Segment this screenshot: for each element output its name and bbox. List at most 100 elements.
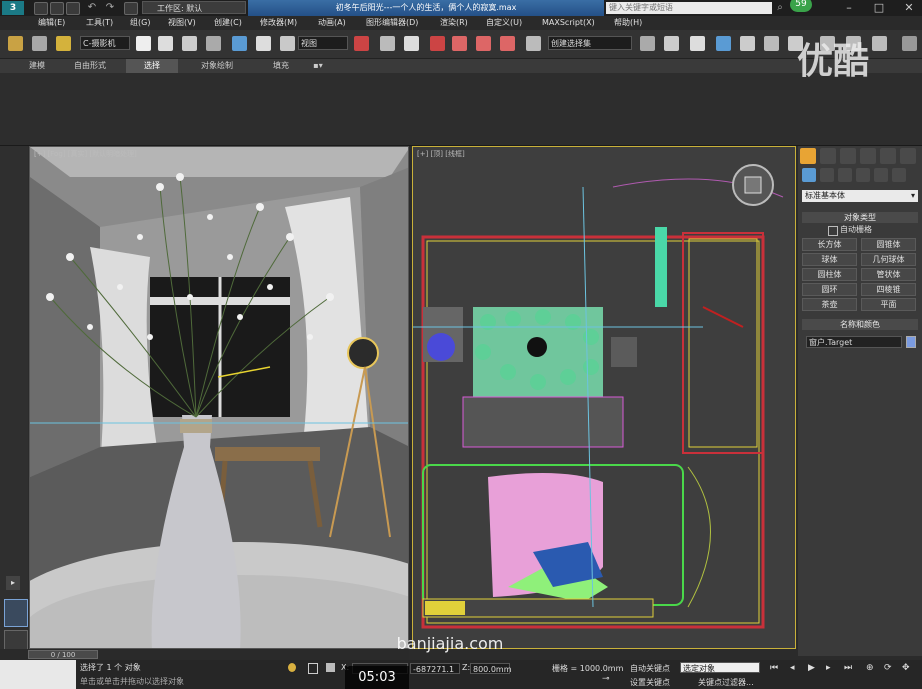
zoom-icon[interactable]: ⊕ bbox=[866, 663, 874, 673]
autogrid-checkbox[interactable] bbox=[828, 226, 838, 236]
link-icon[interactable] bbox=[8, 36, 23, 51]
cameras-icon[interactable] bbox=[856, 168, 870, 182]
object-name-field[interactable]: 窗户.Target bbox=[806, 336, 902, 348]
teapot-button[interactable]: 茶壶 bbox=[802, 298, 857, 311]
set-key-icon[interactable]: ⊸ bbox=[602, 674, 620, 684]
name-color-header[interactable]: 名称和颜色 bbox=[802, 319, 918, 330]
camera-viewport-label[interactable]: [+] [Fog] [真实] [默认明暗处理] bbox=[34, 149, 137, 159]
pan-icon[interactable]: ✥ bbox=[902, 663, 910, 673]
isolate-icon[interactable] bbox=[288, 663, 296, 672]
tab-selection[interactable]: 选择 bbox=[126, 59, 178, 73]
prev-frame-icon[interactable]: ◂ bbox=[790, 663, 795, 673]
align-icon[interactable] bbox=[664, 36, 679, 51]
y-coordinate-field[interactable]: -687271.1 bbox=[410, 663, 460, 674]
absolute-mode-icon[interactable] bbox=[326, 663, 335, 672]
key-mode-dropdown[interactable]: 选定对象 bbox=[680, 662, 760, 673]
torus-button[interactable]: 圆环 bbox=[802, 283, 857, 296]
menu-help[interactable]: 帮助(H) bbox=[614, 16, 642, 30]
menu-create[interactable]: 创建(C) bbox=[214, 16, 242, 30]
category-dropdown[interactable]: 标准基本体 ▾ bbox=[802, 190, 918, 202]
top-viewport-label[interactable]: [+] [顶] [线框] bbox=[417, 149, 465, 159]
tab-freeform[interactable]: 自由形式 bbox=[62, 59, 118, 73]
curve-editor-icon[interactable] bbox=[740, 36, 755, 51]
rotate-icon[interactable] bbox=[256, 36, 271, 51]
menu-view[interactable]: 视图(V) bbox=[168, 16, 196, 30]
workspace-dropdown[interactable]: 工作区: 默认 bbox=[142, 1, 246, 14]
angle-snap-icon[interactable] bbox=[452, 36, 467, 51]
redo-icon[interactable]: ↷ bbox=[104, 2, 116, 14]
cylinder-button[interactable]: 圆柱体 bbox=[802, 268, 857, 281]
bind-space-warp-icon[interactable] bbox=[56, 36, 71, 51]
expand-icon[interactable]: ▸ bbox=[6, 576, 20, 590]
modify-tab-icon[interactable] bbox=[820, 148, 836, 164]
next-frame-icon[interactable]: ▸ bbox=[826, 663, 831, 673]
tab-object-paint[interactable]: 对象绘制 bbox=[186, 59, 248, 73]
motion-tab-icon[interactable] bbox=[860, 148, 876, 164]
go-to-start-icon[interactable]: ⏮ bbox=[770, 663, 778, 673]
camera-viewport[interactable]: [+] [Fog] [真实] [默认明暗处理] bbox=[29, 146, 409, 649]
keyboard-shortcut-icon[interactable] bbox=[404, 36, 419, 51]
go-to-end-icon[interactable]: ⏭ bbox=[844, 663, 852, 673]
select-by-name-icon[interactable] bbox=[158, 36, 173, 51]
menu-modifiers[interactable]: 修改器(M) bbox=[260, 16, 297, 30]
viewport-layout-icon[interactable] bbox=[4, 599, 28, 627]
graphite-toolbar-icon[interactable] bbox=[716, 36, 731, 51]
menu-group[interactable]: 组(G) bbox=[130, 16, 150, 30]
menu-animation[interactable]: 动画(A) bbox=[318, 16, 346, 30]
app-logo-icon[interactable]: 3 bbox=[2, 1, 24, 15]
tab-populate[interactable]: 填充 bbox=[258, 59, 304, 73]
plane-button[interactable]: 平面 bbox=[861, 298, 916, 311]
search-icon[interactable]: ⌕ bbox=[774, 2, 786, 14]
reference-coord-dropdown[interactable]: 视图 bbox=[298, 36, 348, 50]
new-file-icon[interactable] bbox=[34, 2, 48, 15]
time-slider-thumb[interactable]: 0 / 100 bbox=[28, 650, 98, 659]
selection-filter-dropdown[interactable]: C-摄影机 bbox=[80, 36, 130, 50]
rect-region-icon[interactable] bbox=[182, 36, 197, 51]
cone-button[interactable]: 圆锥体 bbox=[861, 238, 916, 251]
window-crossing-icon[interactable] bbox=[206, 36, 221, 51]
play-icon[interactable]: ▶ bbox=[808, 663, 815, 673]
layer-manager-icon[interactable] bbox=[690, 36, 705, 51]
scale-icon[interactable] bbox=[280, 36, 295, 51]
hold-icon[interactable] bbox=[124, 2, 138, 15]
move-icon[interactable] bbox=[232, 36, 247, 51]
schematic-view-icon[interactable] bbox=[764, 36, 779, 51]
select-manipulate-icon[interactable] bbox=[380, 36, 395, 51]
lock-icon[interactable] bbox=[308, 663, 318, 674]
object-color-swatch[interactable] bbox=[906, 336, 916, 348]
lights-icon[interactable] bbox=[838, 168, 852, 182]
search-input[interactable] bbox=[606, 2, 772, 14]
tube-button[interactable]: 管状体 bbox=[861, 268, 916, 281]
box-button[interactable]: 长方体 bbox=[802, 238, 857, 251]
hierarchy-tab-icon[interactable] bbox=[840, 148, 856, 164]
space-warps-icon[interactable] bbox=[892, 168, 906, 182]
named-selection-dropdown[interactable]: 创建选择集 bbox=[548, 36, 632, 50]
maximize-icon[interactable]: □ bbox=[868, 0, 890, 16]
sphere-button[interactable]: 球体 bbox=[802, 253, 857, 266]
select-object-icon[interactable] bbox=[136, 36, 151, 51]
menu-edit[interactable]: 编辑(E) bbox=[38, 16, 65, 30]
notification-badge[interactable]: 59 bbox=[790, 0, 812, 12]
open-file-icon[interactable] bbox=[50, 2, 64, 15]
menu-rendering[interactable]: 渲染(R) bbox=[440, 16, 468, 30]
time-slider[interactable]: 0 / 100 bbox=[0, 649, 409, 660]
geometry-icon[interactable] bbox=[802, 168, 816, 182]
mirror-icon[interactable] bbox=[640, 36, 655, 51]
key-filters-button[interactable]: 关键点过滤器... bbox=[698, 677, 754, 688]
close-icon[interactable]: ✕ bbox=[898, 0, 920, 16]
tab-modeling[interactable]: 建模 bbox=[12, 59, 62, 73]
set-key-button[interactable]: 设置关键点 bbox=[630, 677, 670, 688]
minimize-icon[interactable]: – bbox=[838, 0, 860, 16]
menu-maxscript[interactable]: MAXScript(X) bbox=[542, 16, 595, 30]
undo-icon[interactable]: ↶ bbox=[86, 2, 98, 14]
utilities-tab-icon[interactable] bbox=[900, 148, 916, 164]
geosphere-button[interactable]: 几何球体 bbox=[861, 253, 916, 266]
percent-snap-icon[interactable] bbox=[476, 36, 491, 51]
auto-key-button[interactable]: 自动关键点 bbox=[630, 663, 670, 674]
menu-tools[interactable]: 工具(T) bbox=[86, 16, 113, 30]
menu-graph-editors[interactable]: 图形编辑器(D) bbox=[366, 16, 418, 30]
top-viewport[interactable]: [+] [顶] [线框] bbox=[412, 146, 796, 649]
menu-customize[interactable]: 自定义(U) bbox=[486, 16, 522, 30]
ribbon-options-icon[interactable]: ▪▾ bbox=[308, 59, 328, 73]
edit-named-selection-icon[interactable] bbox=[526, 36, 541, 51]
